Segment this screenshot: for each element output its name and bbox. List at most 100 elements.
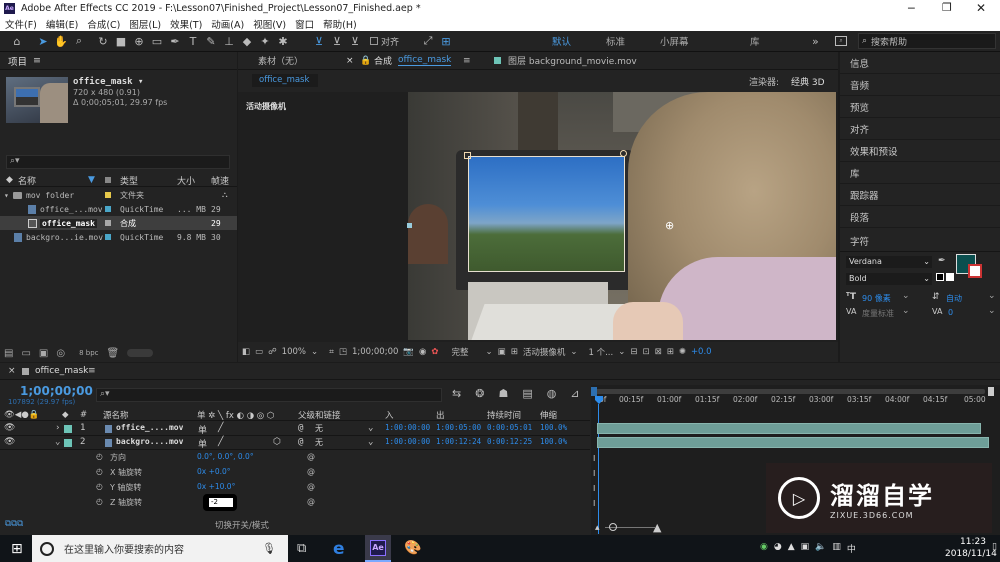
tab-menu-icon[interactable]: ≡ bbox=[88, 366, 96, 376]
camera-tool-icon[interactable]: ■ bbox=[112, 32, 130, 50]
color-channel-icon[interactable]: ✿ bbox=[431, 347, 438, 357]
project-row-footage[interactable]: backgro...ie.mov QuickTime 9.8 MB 30 bbox=[0, 230, 237, 244]
task-view-icon[interactable]: ⧉ bbox=[297, 541, 306, 556]
zoom-slider-handle[interactable] bbox=[609, 523, 617, 531]
clock-date[interactable]: 2018/11/14 bbox=[945, 549, 997, 559]
motion-blur-icon[interactable]: ◍ bbox=[547, 387, 557, 400]
world-axis-icon[interactable]: ⊻ bbox=[328, 32, 346, 50]
fast-preview-icon[interactable]: ⊡ bbox=[642, 347, 649, 357]
tab-layer[interactable]: 图层 background_movie.mov bbox=[508, 54, 637, 67]
tray-app-icon[interactable]: ▣ bbox=[801, 542, 810, 555]
eyedropper-icon[interactable]: ✒ bbox=[938, 256, 946, 266]
tracking-value[interactable]: 0 bbox=[948, 308, 953, 317]
header-type[interactable]: 类型 bbox=[120, 174, 138, 187]
property-row[interactable]: ◴ 方向 0.0°, 0.0°, 0.0° @ bbox=[0, 452, 590, 466]
flowchart-icon[interactable]: ⊞ bbox=[667, 347, 674, 357]
panel-character[interactable]: 字符 bbox=[840, 230, 1000, 252]
tab-comp-name[interactable]: office_mask bbox=[398, 55, 452, 66]
maximize-button[interactable]: ❐ bbox=[942, 1, 952, 14]
property-row[interactable]: ◴ Y 轴旋转 0x +10.0° @ bbox=[0, 482, 590, 496]
tab-close-icon[interactable]: × bbox=[346, 56, 354, 66]
search-help-icon[interactable]: ⌕ bbox=[835, 36, 847, 46]
panel-effects-presets[interactable]: 效果和预设 bbox=[840, 140, 1000, 162]
snapshot-icon[interactable]: 📷 bbox=[403, 347, 414, 357]
panel-tracker[interactable]: 跟踪器 bbox=[840, 184, 1000, 206]
property-value[interactable]: 0x +10.0° bbox=[197, 482, 235, 491]
stopwatch-icon[interactable]: ◴ bbox=[96, 467, 103, 476]
new-composition-icon[interactable]: ▣ bbox=[39, 348, 48, 359]
project-row-composition-selected[interactable]: office_mask 合成 29 bbox=[0, 216, 237, 230]
thumbnail-slider[interactable] bbox=[127, 349, 154, 357]
roi-icon[interactable]: ▣ bbox=[498, 347, 506, 357]
folder-expand-icon[interactable]: ▾ bbox=[4, 191, 9, 200]
clock-time[interactable]: 11:23 bbox=[960, 537, 986, 547]
roto-brush-tool-icon[interactable]: ✦ bbox=[256, 32, 274, 50]
layer-bar[interactable] bbox=[597, 437, 989, 448]
layer-out[interactable]: 1:00:12:24 bbox=[436, 437, 481, 446]
toggle-pixel-icon[interactable]: ⊟ bbox=[630, 347, 637, 357]
home-icon[interactable]: ⌂ bbox=[8, 32, 26, 50]
panel-menu-icon[interactable]: ≡ bbox=[33, 55, 41, 66]
z-rotation-input[interactable]: -2 bbox=[209, 498, 233, 507]
font-style-select[interactable]: Bold ⌄ bbox=[846, 273, 932, 285]
view-camera[interactable]: 活动摄像机 bbox=[523, 346, 566, 358]
3d-layer-icon[interactable]: ⬡ bbox=[273, 437, 281, 447]
new-folder-icon[interactable]: ▭ bbox=[21, 348, 30, 359]
grid-icon[interactable]: ⊞ bbox=[511, 347, 518, 357]
workspace-more-icon[interactable]: » bbox=[812, 35, 819, 48]
panel-info[interactable]: 信息 bbox=[840, 52, 1000, 74]
timeline-search-input[interactable]: ⌕▾ bbox=[96, 388, 442, 402]
composition-mini-flowchart-icon[interactable]: ⇆ bbox=[452, 387, 461, 400]
panel-align[interactable]: 对齐 bbox=[840, 118, 1000, 140]
expand-arrow-icon[interactable]: › bbox=[55, 423, 60, 433]
rectangle-tool-icon[interactable]: ▭ bbox=[148, 32, 166, 50]
menu-layer[interactable]: 图层(L) bbox=[129, 17, 161, 31]
menu-effect[interactable]: 效果(T) bbox=[170, 17, 202, 31]
work-area-end[interactable] bbox=[988, 387, 994, 396]
stopwatch-icon[interactable]: ◴ bbox=[96, 482, 103, 491]
selection-tool-icon[interactable]: ➤ bbox=[34, 32, 52, 50]
property-row[interactable]: ◴ Z 轴旋转 -2 @ bbox=[0, 494, 590, 511]
taskbar-search[interactable]: 在这里输入你要搜索的内容 🎙 bbox=[32, 535, 288, 562]
swap-color-icon[interactable] bbox=[936, 273, 944, 281]
tray-app-icon[interactable]: ◉ bbox=[760, 542, 768, 555]
monitor-screen-video[interactable] bbox=[468, 156, 625, 272]
close-button[interactable]: ✕ bbox=[976, 1, 986, 15]
network-tray-icon[interactable]: ▥ bbox=[832, 542, 841, 555]
input-method-icon[interactable]: 中 bbox=[847, 542, 856, 555]
eraser-tool-icon[interactable]: ◆ bbox=[238, 32, 256, 50]
expression-pickwhip-icon[interactable]: @ bbox=[307, 452, 315, 461]
region-icon[interactable]: ⌗ bbox=[329, 347, 334, 357]
hand-tool-icon[interactable]: ✋ bbox=[52, 32, 70, 50]
property-value[interactable]: 0.0°, 0.0°, 0.0° bbox=[197, 452, 254, 461]
type-tool-icon[interactable]: T bbox=[184, 32, 202, 50]
quality-switch-icon[interactable]: ╱ bbox=[218, 423, 223, 433]
header-in[interactable]: 入 bbox=[385, 409, 394, 421]
viewer-canvas[interactable]: 活动摄像机 ⊕ bbox=[238, 92, 838, 342]
draft-3d-icon[interactable]: ❂ bbox=[475, 387, 484, 400]
collapse-switch-icon[interactable]: 单 bbox=[198, 437, 207, 450]
menu-help[interactable]: 帮助(H) bbox=[323, 17, 357, 31]
pan-behind-tool-icon[interactable]: ⊕ bbox=[130, 32, 148, 50]
header-name[interactable]: 名称 bbox=[18, 174, 36, 187]
brush-tool-icon[interactable]: ✎ bbox=[202, 32, 220, 50]
layer-stretch[interactable]: 100.0% bbox=[540, 437, 567, 446]
layer-row[interactable]: 👁 › 1 office_....mov 单 ╱ @ 无 ⌄ 1:00:00:0… bbox=[0, 423, 590, 436]
visibility-eye-icon[interactable]: 👁 bbox=[4, 423, 15, 433]
layer-name[interactable]: backgro....mov bbox=[116, 437, 183, 446]
mask-vertex-handle[interactable] bbox=[464, 152, 471, 159]
collapse-switch-icon[interactable]: 单 bbox=[198, 423, 207, 436]
comp-subtab[interactable]: office_mask bbox=[252, 74, 318, 87]
microphone-icon[interactable]: 🎙 bbox=[262, 542, 276, 555]
volume-icon[interactable]: 🔈 bbox=[815, 542, 826, 555]
header-out[interactable]: 出 bbox=[436, 409, 445, 421]
header-duration[interactable]: 持续时间 bbox=[487, 409, 521, 421]
renderer-value[interactable]: 经典 3D bbox=[791, 75, 825, 88]
label-color-swatch[interactable] bbox=[64, 425, 72, 433]
anchor-point-icon[interactable]: ⊕ bbox=[665, 219, 674, 232]
panel-paragraph[interactable]: 段落 bbox=[840, 206, 1000, 228]
no-color-icon[interactable] bbox=[946, 273, 954, 281]
visibility-eye-icon[interactable]: 👁 bbox=[4, 437, 15, 447]
snap-feature-icon[interactable]: ⊞ bbox=[437, 32, 455, 50]
exposure-value[interactable]: +0.0 bbox=[691, 347, 712, 357]
